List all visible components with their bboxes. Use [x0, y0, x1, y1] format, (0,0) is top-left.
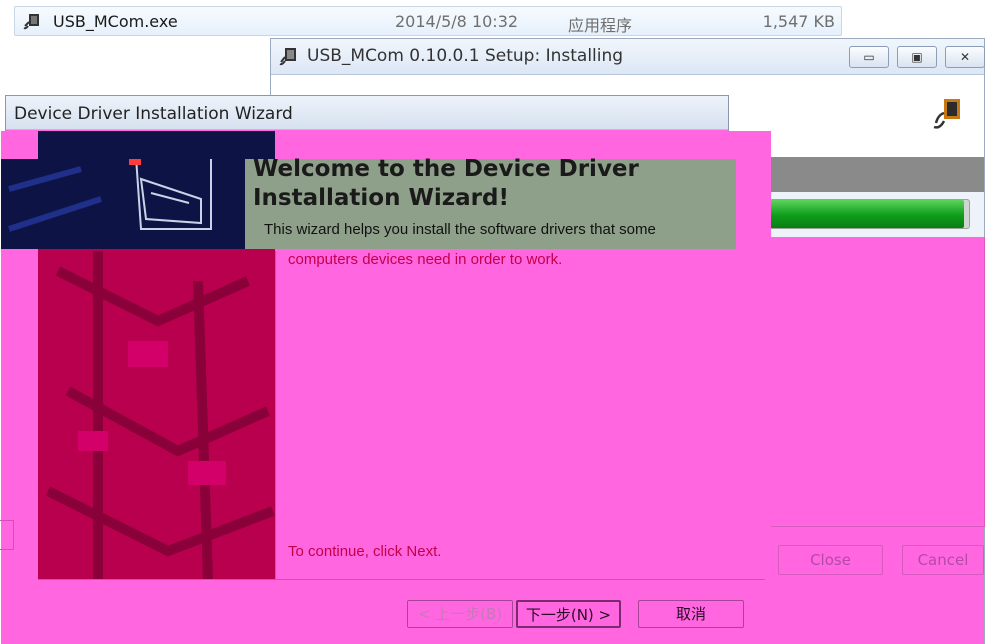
setup-cancel-button[interactable]: Cancel: [902, 545, 984, 575]
usb-app-icon: [23, 14, 39, 30]
wizard-heading-line1: Welcome to the Device Driver: [253, 156, 639, 182]
usb-app-icon: [933, 99, 960, 129]
wizard-description-line1: This wizard helps you install the softwa…: [264, 221, 656, 238]
wizard-window: Device Driver Installation Wizard Welcom…: [1, 95, 771, 644]
device-drawer-icon: [8, 156, 212, 232]
close-window-button[interactable]: ✕: [945, 46, 985, 68]
file-size: 1,547 KB: [762, 12, 835, 31]
usb-app-icon: [279, 48, 296, 66]
wizard-content: Welcome to the Device Driver Installatio…: [1, 131, 771, 644]
wizard-continue-text: To continue, click Next.: [288, 543, 442, 560]
wizard-cancel-button[interactable]: 取消: [638, 600, 744, 628]
wizard-main-panel: computers devices need in order to work.…: [275, 251, 765, 579]
wizard-title: Device Driver Installation Wizard: [14, 104, 293, 124]
minimize-button[interactable]: ▭: [849, 46, 889, 68]
install-progress-bar: [736, 199, 970, 229]
wizard-title-bar[interactable]: Device Driver Installation Wizard: [6, 96, 728, 130]
back-button[interactable]: < 上一步(B): [407, 600, 513, 628]
file-name: USB_MCom.exe: [53, 12, 178, 31]
wizard-description-line2: computers devices need in order to work.: [288, 251, 563, 268]
wizard-header-band: Welcome to the Device Driver Installatio…: [1, 156, 736, 249]
install-progress-fill: [737, 200, 965, 228]
wizard-heading-line2: Installation Wizard!: [253, 185, 509, 211]
wizard-button-bar: < 上一步(B) 下一步(N) > 取消: [38, 579, 765, 644]
setup-title-bar[interactable]: USB_MCom 0.10.0.1 Setup: Installing ▭ ▣ …: [271, 39, 985, 75]
file-type: 应用程序: [568, 16, 633, 35]
wizard-heading: Welcome to the Device Driver Installatio…: [253, 155, 639, 213]
file-row[interactable]: USB_MCom.exe 2014/5/8 10:32 应用程序 1,547 K…: [14, 6, 842, 36]
wizard-header-image: [1, 156, 245, 249]
setup-close-button[interactable]: Close: [778, 545, 883, 575]
setup-title: USB_MCom 0.10.0.1 Setup: Installing: [307, 46, 624, 66]
next-button[interactable]: 下一步(N) >: [516, 600, 621, 628]
file-modified: 2014/5/8 10:32: [395, 12, 519, 31]
partial-edge-button[interactable]: [0, 520, 14, 550]
setup-details-panel: [763, 237, 985, 527]
maximize-button[interactable]: ▣: [897, 46, 937, 68]
